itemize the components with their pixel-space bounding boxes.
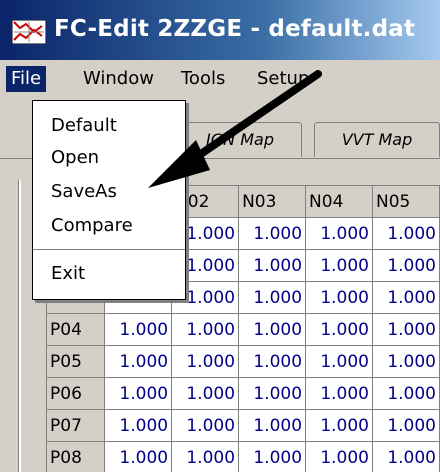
menu-tools[interactable]: Tools — [176, 66, 230, 92]
map-cell[interactable]: 1.000 — [372, 249, 440, 282]
menu-separator — [33, 249, 185, 253]
map-cell[interactable]: 1.000 — [238, 217, 307, 250]
app-window: FC-Edit 2ZZGE - default.dat File Window … — [0, 0, 440, 472]
app-chart-icon — [12, 20, 46, 44]
menu-file[interactable]: File — [6, 66, 47, 92]
map-cell[interactable]: 1.000 — [372, 409, 440, 442]
map-cell[interactable]: 1.000 — [305, 441, 373, 472]
table-row: P05 1.000 1.000 1.000 1.000 1.000 — [45, 345, 440, 378]
window-title: FC-Edit 2ZZGE - default.dat — [54, 16, 416, 42]
map-cell[interactable]: 1.000 — [305, 217, 373, 250]
tab-vvt-map[interactable]: VVT Map — [314, 122, 440, 157]
map-cell[interactable]: 1.000 — [372, 217, 440, 250]
map-cell[interactable]: 1.000 — [305, 409, 373, 442]
map-cell[interactable]: 1.000 — [238, 441, 307, 472]
map-cell[interactable]: 1.000 — [305, 345, 373, 378]
map-cell[interactable]: 1.000 — [372, 281, 440, 314]
map-cell[interactable]: 1.000 — [171, 409, 240, 442]
map-cell[interactable]: 1.000 — [171, 441, 240, 472]
row-header: P04 — [45, 313, 106, 346]
map-cell[interactable]: 1.000 — [171, 345, 240, 378]
title-bar[interactable]: FC-Edit 2ZZGE - default.dat — [0, 0, 440, 60]
map-cell[interactable]: 1.000 — [104, 377, 173, 410]
map-cell[interactable]: 1.000 — [104, 313, 173, 346]
file-menu-dropdown: Default Open SaveAs Compare Exit — [32, 100, 186, 300]
col-header-n05: N05 — [372, 185, 440, 218]
panel-edge — [18, 180, 21, 472]
table-row: P04 1.000 1.000 1.000 1.000 1.000 — [45, 313, 440, 346]
map-cell[interactable]: 1.000 — [372, 377, 440, 410]
map-cell[interactable]: 1.000 — [104, 441, 173, 472]
map-cell[interactable]: 1.000 — [238, 313, 307, 346]
map-cell[interactable]: 1.000 — [238, 345, 307, 378]
map-cell[interactable]: 1.000 — [372, 313, 440, 346]
map-cell[interactable]: 1.000 — [372, 345, 440, 378]
tab-ign-map[interactable]: IGN Map — [178, 122, 302, 157]
map-cell[interactable]: 1.000 — [104, 409, 173, 442]
row-header: P05 — [45, 345, 106, 378]
menu-item-saveas[interactable]: SaveAs — [51, 181, 117, 202]
menu-item-exit[interactable]: Exit — [51, 263, 85, 284]
map-cell[interactable]: 1.000 — [372, 441, 440, 472]
map-cell[interactable]: 1.000 — [238, 281, 307, 314]
menu-item-default[interactable]: Default — [51, 115, 117, 136]
map-cell[interactable]: 1.000 — [238, 409, 307, 442]
map-cell[interactable]: 1.000 — [305, 281, 373, 314]
map-cell[interactable]: 1.000 — [238, 377, 307, 410]
map-cell[interactable]: 1.000 — [171, 377, 240, 410]
menu-window[interactable]: Window — [78, 66, 159, 92]
menu-bar: File Window Tools Setup — [0, 60, 440, 98]
row-header: P07 — [45, 409, 106, 442]
menu-item-compare[interactable]: Compare — [51, 215, 133, 236]
map-cell[interactable]: 1.000 — [305, 377, 373, 410]
table-row: P06 1.000 1.000 1.000 1.000 1.000 — [45, 377, 440, 410]
map-cell[interactable]: 1.000 — [305, 249, 373, 282]
map-cell[interactable]: 1.000 — [238, 249, 307, 282]
menu-setup[interactable]: Setup — [252, 66, 314, 92]
menu-item-open[interactable]: Open — [51, 147, 99, 168]
row-header: P06 — [45, 377, 106, 410]
col-header-n04: N04 — [305, 185, 373, 218]
row-header: P08 — [45, 441, 106, 472]
map-cell[interactable]: 1.000 — [305, 313, 373, 346]
table-row: P08 1.000 1.000 1.000 1.000 1.000 — [45, 441, 440, 472]
map-cell[interactable]: 1.000 — [171, 313, 240, 346]
map-cell[interactable]: 1.000 — [104, 345, 173, 378]
table-row: P07 1.000 1.000 1.000 1.000 1.000 — [45, 409, 440, 442]
col-header-n03: N03 — [238, 185, 307, 218]
